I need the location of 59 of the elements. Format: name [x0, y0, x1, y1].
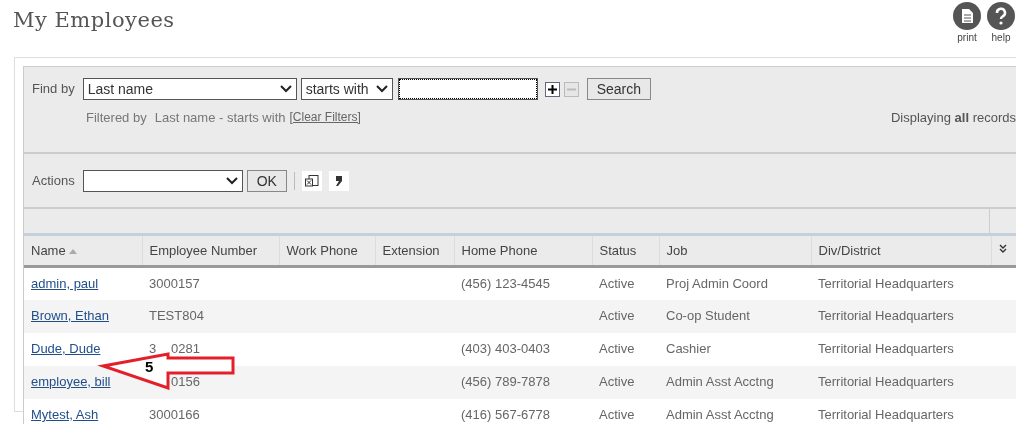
search-field[interactable] — [398, 79, 537, 99]
filtered-by-label: Filtered by — [86, 109, 147, 127]
search-button[interactable]: Search — [586, 78, 651, 100]
table-cell: TEST804 — [149, 308, 204, 323]
caret-icon — [375, 85, 388, 93]
page-title: My Employees — [13, 8, 175, 34]
record-count: Displaying all records — [890, 109, 1016, 127]
print-link[interactable]: print — [957, 30, 977, 45]
help-link[interactable]: help — [991, 30, 1011, 45]
column-header[interactable]: Status — [592, 234, 659, 267]
table-cell: (416) 567-6778 — [461, 407, 550, 422]
operator-dropdown[interactable]: starts with — [300, 78, 393, 100]
document-icon[interactable] — [953, 2, 981, 30]
table-cell: Territorial Headquarters — [818, 374, 954, 389]
expand-icon[interactable] — [998, 244, 1007, 254]
table-cell: Active — [599, 341, 635, 356]
help-icon[interactable] — [987, 2, 1015, 30]
table-cell: (456) 789-7878 — [461, 374, 550, 389]
column-header[interactable]: Name — [24, 234, 142, 267]
caret-icon — [279, 85, 292, 93]
actions-label: Actions — [32, 171, 75, 190]
table-cell: 0156 — [171, 374, 200, 389]
add-filter-button[interactable] — [544, 81, 560, 97]
table-cell: Active — [599, 374, 635, 389]
table-cell: Territorial Headquarters — [818, 308, 954, 323]
plus-icon — [547, 84, 557, 94]
table-cell: Admin Asst Acctng — [666, 407, 774, 422]
clear-filters-link[interactable]: [Clear Filters] — [289, 108, 361, 126]
table-cell: (456) 123-4545 — [461, 275, 550, 291]
column-header[interactable]: Div/District — [811, 234, 991, 267]
table-cell: 3000157 — [149, 275, 200, 291]
field-dropdown[interactable]: Last name — [82, 78, 297, 100]
table-cell: 3 — [149, 341, 157, 356]
table-cell: Territorial Headquarters — [818, 275, 954, 291]
filter-text: Last name - starts with — [154, 109, 286, 127]
find-by-label: Find by — [32, 80, 75, 99]
ok-button[interactable]: OK — [246, 169, 287, 192]
callout-number: 5 — [145, 358, 154, 375]
table-cell: 3000166 — [149, 407, 200, 422]
table-cell: 0281 — [171, 341, 200, 356]
table-cell: Cashier — [666, 341, 711, 356]
column-header[interactable]: Work Phone — [279, 234, 375, 267]
table-cell: (403) 403-0403 — [461, 341, 550, 356]
quote-icon[interactable] — [328, 170, 349, 191]
table-cell: Active — [599, 308, 635, 323]
caret-icon — [225, 176, 238, 185]
actions-dropdown[interactable] — [82, 169, 243, 192]
table-cell: Active — [599, 275, 635, 291]
table-cell: Proj Admin Coord — [666, 275, 768, 291]
column-header[interactable]: Job — [659, 234, 811, 267]
export-icon[interactable] — [301, 170, 322, 191]
table-cell: Territorial Headquarters — [818, 407, 954, 422]
column-header[interactable]: Extension — [375, 234, 454, 267]
table-cell: Co-op Student — [666, 308, 750, 323]
table-cell: Admin Asst Acctng — [666, 374, 774, 389]
table-cell: Territorial Headquarters — [818, 341, 954, 356]
table-cell: Active — [599, 407, 635, 422]
column-header[interactable]: Home Phone — [454, 234, 592, 267]
column-header[interactable]: Employee Number — [142, 234, 279, 267]
